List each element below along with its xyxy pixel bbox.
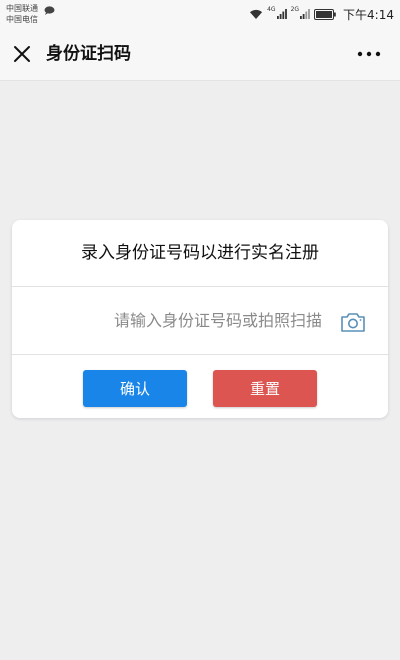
card-title: 录入身份证号码以进行实名注册 <box>81 243 319 263</box>
carrier-1-label: 中国联通 <box>6 4 38 13</box>
confirm-button[interactable]: 确认 <box>83 370 187 407</box>
more-icon[interactable] <box>356 46 382 62</box>
close-icon[interactable] <box>10 42 34 66</box>
status-bar: 中国联通 中国电信 4G 2G 下午4:14 <box>0 0 400 28</box>
id-entry-card: 录入身份证号码以进行实名注册 确认 重置 <box>12 220 388 418</box>
network-1-label: 4G <box>267 6 276 13</box>
status-time: 下午4:14 <box>343 7 394 22</box>
carrier-info: 中国联通 中国电信 <box>6 3 38 25</box>
camera-icon[interactable] <box>340 311 366 333</box>
page-title: 身份证扫码 <box>46 44 131 64</box>
signal-icon <box>300 9 310 19</box>
reset-button[interactable]: 重置 <box>213 370 317 407</box>
status-icons: 4G 2G 下午4:14 <box>249 5 394 23</box>
nav-bar: 身份证扫码 <box>0 28 400 81</box>
id-number-input[interactable] <box>12 287 330 353</box>
network-2-label: 2G <box>290 6 300 13</box>
carrier-2-label: 中国电信 <box>6 15 38 24</box>
chat-bubble-icon <box>44 6 55 15</box>
battery-icon <box>314 8 336 20</box>
divider <box>12 354 388 355</box>
wifi-icon <box>250 9 263 19</box>
signal-icon <box>276 9 287 19</box>
